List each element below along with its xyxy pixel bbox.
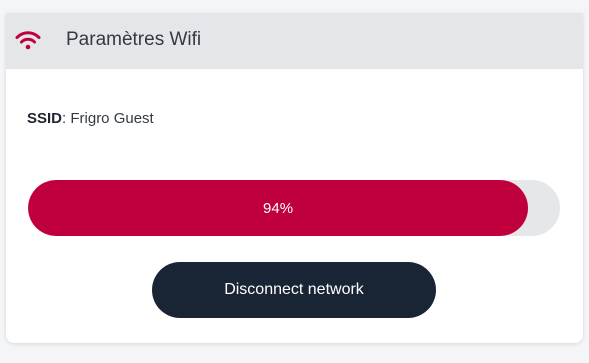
signal-percent-label: 94% <box>263 199 294 217</box>
disconnect-network-button[interactable]: Disconnect network <box>152 262 436 318</box>
page-title: Paramètres Wifi <box>66 29 202 50</box>
wifi-settings-card: Paramètres Wifi SSID: Frigro Guest 94% D… <box>6 13 583 343</box>
ssid-value: Frigro Guest <box>70 110 154 127</box>
signal-progress-bar: 94% <box>28 180 560 236</box>
ssid-row: SSID: Frigro Guest <box>27 110 154 127</box>
signal-progress-fill: 94% <box>28 180 529 236</box>
card-header: Paramètres Wifi <box>6 13 583 69</box>
ssid-label: SSID <box>27 110 63 127</box>
wifi-icon <box>15 31 41 50</box>
